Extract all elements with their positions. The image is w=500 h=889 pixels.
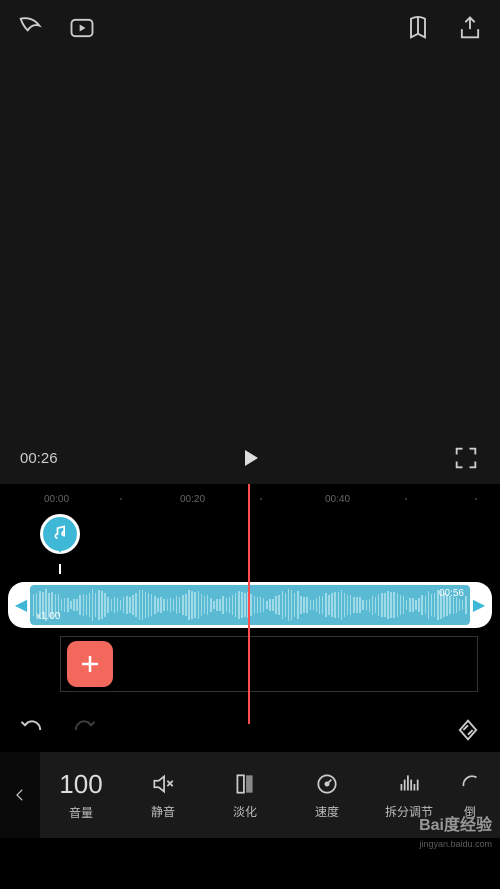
fullscreen-icon[interactable]: [452, 444, 480, 472]
tool-reverse[interactable]: 倒: [450, 752, 490, 838]
reverse-icon: [457, 771, 483, 797]
media-icon[interactable]: [68, 14, 96, 42]
marker-line: [59, 564, 61, 574]
mute-icon: [150, 771, 176, 797]
tool-mute[interactable]: 静音: [122, 752, 204, 838]
play-button[interactable]: [236, 444, 264, 472]
top-toolbar: [0, 0, 500, 56]
logo-icon[interactable]: [16, 14, 44, 42]
music-marker[interactable]: [40, 514, 80, 554]
clip-handle-right[interactable]: ▶: [474, 595, 484, 615]
audio-clip[interactable]: ◀ 00:56 x1.00 ▶: [8, 582, 492, 628]
ruler-mark: 00:20: [180, 494, 205, 505]
speed-icon: [314, 771, 340, 797]
keyframe-icon[interactable]: [454, 716, 482, 744]
tool-speed[interactable]: 速度: [286, 752, 368, 838]
add-track-button[interactable]: [67, 641, 113, 687]
tool-split-adjust[interactable]: 拆分调节: [368, 752, 450, 838]
waveform[interactable]: 00:56 x1.00: [30, 585, 470, 625]
ruler-mark: 00:00: [44, 494, 69, 505]
history-row: [0, 708, 500, 752]
export-icon[interactable]: [456, 14, 484, 42]
clip-handle-left[interactable]: ◀: [16, 595, 26, 615]
split-icon: [396, 771, 422, 797]
watermark-url: jingyan.baidu.com: [419, 839, 492, 849]
undo-icon[interactable]: [18, 716, 46, 744]
tutorial-icon[interactable]: [404, 14, 432, 42]
clip-duration: 00:56: [439, 588, 464, 599]
redo-icon: [70, 716, 98, 744]
current-time-label: 00:26: [20, 450, 58, 467]
ruler-mark: 00:40: [325, 494, 350, 505]
fade-icon: [232, 771, 258, 797]
tool-volume[interactable]: 100 音量: [40, 752, 122, 838]
empty-track[interactable]: [60, 636, 478, 692]
playhead[interactable]: [248, 484, 250, 724]
clip-speed: x1.00: [36, 611, 60, 622]
time-ruler[interactable]: 00:00 00:20 00:40: [0, 492, 500, 512]
volume-value: 100: [59, 770, 102, 798]
timeline[interactable]: 00:00 00:20 00:40 ◀ 00:56 x1.00 ▶: [0, 484, 500, 752]
back-button[interactable]: [0, 752, 40, 838]
tool-fade[interactable]: 淡化: [204, 752, 286, 838]
bottom-toolbar: 100 音量 静音 淡化 速度 拆分调节 倒: [0, 752, 500, 838]
video-preview: 00:26: [0, 56, 500, 484]
